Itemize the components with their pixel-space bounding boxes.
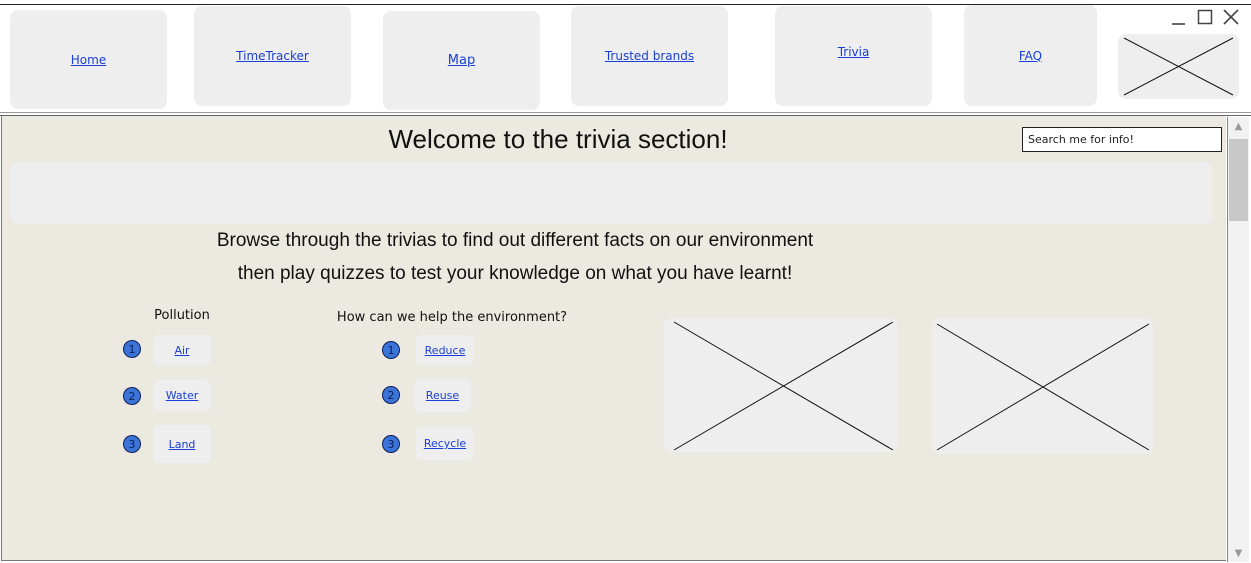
nav-tab-trusted-brands[interactable]: Trusted brands bbox=[571, 6, 728, 106]
nav-tab-home[interactable]: Home bbox=[10, 10, 167, 109]
minimize-icon[interactable] bbox=[1170, 8, 1188, 26]
pollution-item-water[interactable]: Water bbox=[153, 380, 211, 411]
help-number-1: 1 bbox=[382, 341, 400, 359]
nav-tab-timetracker[interactable]: TimeTracker bbox=[194, 6, 351, 106]
scroll-down-arrow-icon[interactable]: ▼ bbox=[1228, 544, 1249, 562]
image-placeholder-left bbox=[664, 318, 898, 452]
vertical-scrollbar[interactable]: ▲ ▼ bbox=[1227, 117, 1249, 562]
help-item-reduce[interactable]: Reduce bbox=[416, 335, 474, 365]
nav-link-trusted-brands[interactable]: Trusted brands bbox=[605, 49, 694, 63]
nav-link-home[interactable]: Home bbox=[71, 53, 106, 67]
help-item-reuse[interactable]: Reuse bbox=[414, 379, 471, 412]
nav-link-trivia[interactable]: Trivia bbox=[838, 45, 870, 59]
image-placeholder-right bbox=[932, 318, 1153, 454]
nav-tab-map[interactable]: Map bbox=[383, 11, 540, 110]
help-item-recycle[interactable]: Recycle bbox=[416, 427, 474, 460]
pollution-link-land[interactable]: Land bbox=[169, 438, 196, 451]
pollution-number-3: 3 bbox=[123, 435, 141, 453]
banner-placeholder bbox=[10, 162, 1212, 224]
help-number-2: 2 bbox=[382, 386, 400, 404]
nav-link-map[interactable]: Map bbox=[448, 53, 475, 68]
nav-link-timetracker[interactable]: TimeTracker bbox=[236, 49, 309, 63]
logo-image-placeholder bbox=[1118, 34, 1239, 99]
help-link-reduce[interactable]: Reduce bbox=[425, 344, 466, 357]
scroll-up-arrow-icon[interactable]: ▲ bbox=[1228, 117, 1249, 135]
help-title: How can we help the environment? bbox=[336, 310, 568, 325]
pollution-number-2: 2 bbox=[123, 387, 141, 405]
nav-divider bbox=[0, 112, 1251, 113]
page-title: Welcome to the trivia section! bbox=[388, 124, 728, 154]
pollution-item-air[interactable]: Air bbox=[153, 335, 211, 365]
pollution-link-water[interactable]: Water bbox=[166, 389, 199, 402]
help-number-3: 3 bbox=[382, 435, 400, 453]
pollution-title: Pollution bbox=[154, 308, 210, 323]
pollution-number-1: 1 bbox=[123, 340, 141, 358]
nav-tab-trivia[interactable]: Trivia bbox=[775, 6, 932, 106]
scroll-thumb[interactable] bbox=[1229, 139, 1248, 221]
help-link-recycle[interactable]: Recycle bbox=[424, 437, 466, 450]
intro-line-2: then play quizzes to test your knowledge… bbox=[237, 263, 793, 284]
search-input[interactable] bbox=[1022, 127, 1222, 152]
help-link-reuse[interactable]: Reuse bbox=[426, 389, 459, 402]
maximize-icon[interactable] bbox=[1196, 8, 1214, 26]
close-icon[interactable] bbox=[1222, 8, 1240, 26]
pollution-link-air[interactable]: Air bbox=[174, 344, 189, 357]
nav-tab-faq[interactable]: FAQ bbox=[964, 5, 1097, 106]
pollution-item-land[interactable]: Land bbox=[153, 425, 211, 463]
intro-line-1: Browse through the trivias to find out d… bbox=[216, 230, 814, 251]
nav-link-faq[interactable]: FAQ bbox=[1019, 49, 1042, 63]
